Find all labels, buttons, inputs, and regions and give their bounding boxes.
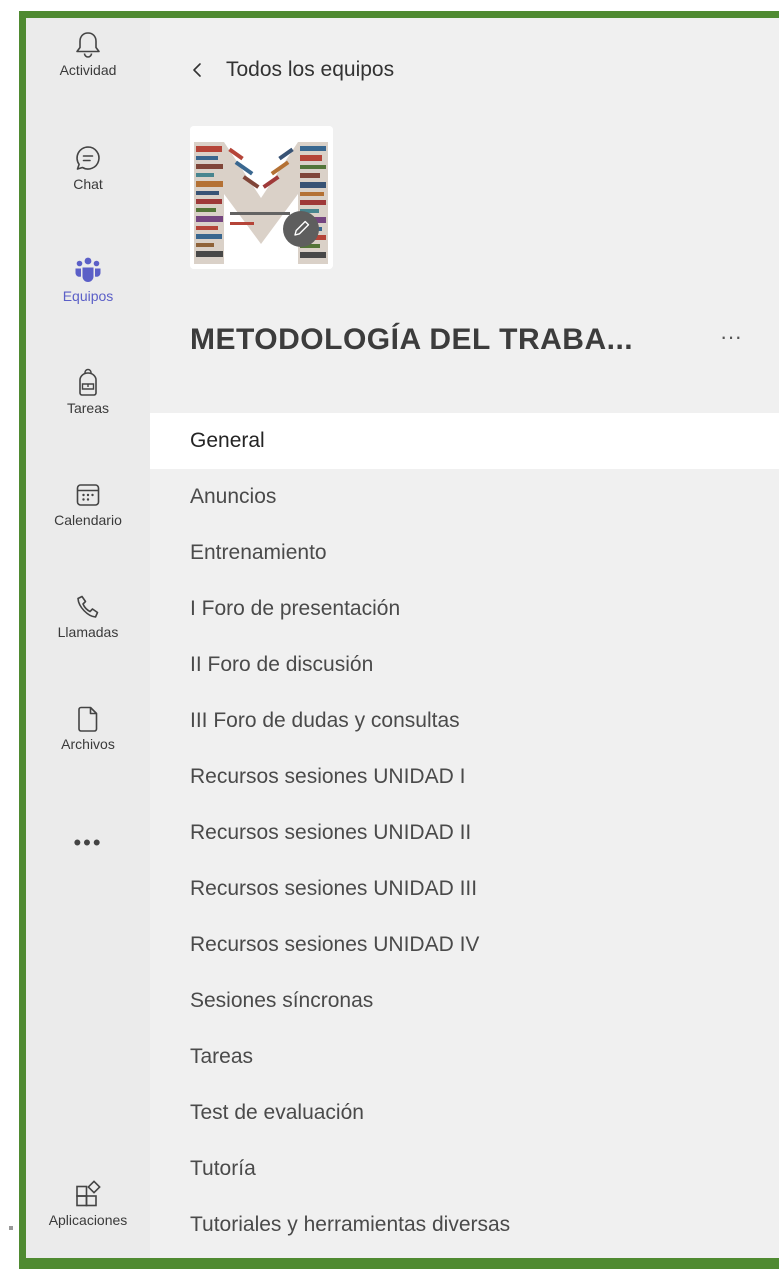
channel-item[interactable]: Recursos sesiones UNIDAD II [150, 805, 779, 861]
phone-icon [77, 595, 99, 618]
channel-item[interactable]: Tareas [150, 1029, 779, 1085]
back-to-teams-link[interactable]: Todos los equipos [190, 56, 394, 84]
rail-label: Llamadas [57, 624, 119, 640]
chevron-left-icon [193, 63, 201, 77]
channel-item[interactable]: III Foro de dudas y consultas [150, 693, 779, 749]
channel-item[interactable]: Entrenamiento [150, 525, 779, 581]
apps-icon [76, 1180, 101, 1207]
team-options-button[interactable]: ··· [720, 324, 742, 350]
channel-item[interactable]: Test de evaluación [150, 1085, 779, 1141]
rail-label: Actividad [59, 62, 117, 78]
rail-label: Calendario [54, 512, 122, 528]
app-rail: Actividad Chat Equipos Tareas Calendario… [26, 18, 150, 1258]
channel-item[interactable]: I Foro de presentación [150, 581, 779, 637]
channel-item[interactable]: Tutoría [150, 1141, 779, 1197]
rail-item-chat[interactable]: Chat [26, 144, 150, 192]
rail-label: Archivos [61, 736, 115, 752]
apps-label: Aplicaciones [48, 1212, 128, 1228]
team-picture [190, 126, 333, 269]
channel-item[interactable]: Tutoriales y herramientas diversas [150, 1197, 779, 1253]
channel-item[interactable]: II Foro de discusión [150, 637, 779, 693]
rail-label: Tareas [66, 400, 110, 416]
edit-picture-button[interactable] [283, 211, 319, 247]
rail-item-archivos[interactable]: Archivos [26, 704, 150, 752]
rail-label: Equipos [62, 288, 114, 304]
rail-item-tareas[interactable]: Tareas [26, 368, 150, 416]
edge-marker [9, 1226, 13, 1230]
rail-item-llamadas[interactable]: Llamadas [26, 592, 150, 640]
channel-item[interactable]: Recursos sesiones UNIDAD III [150, 861, 779, 917]
team-logo-image [190, 126, 333, 269]
channel-item-general[interactable]: General [150, 413, 779, 469]
teams-icon [75, 257, 101, 282]
channel-panel: Todos los equipos METODOLOGÍA DEL TRABA.… [150, 18, 779, 1258]
channel-item[interactable]: Recursos sesiones UNIDAD I [150, 749, 779, 805]
rail-item-actividad[interactable]: Actividad [26, 30, 150, 78]
bell-icon [76, 32, 100, 58]
channel-item[interactable]: Sesiones síncronas [150, 973, 779, 1029]
channel-item[interactable]: Recursos sesiones UNIDAD IV [150, 917, 779, 973]
pencil-icon [294, 220, 310, 236]
more-apps-button[interactable]: ••• [26, 830, 150, 856]
channel-list: General Anuncios Entrenamiento I Foro de… [150, 413, 779, 1253]
file-icon [78, 706, 98, 732]
channel-item[interactable]: Anuncios [150, 469, 779, 525]
backpack-icon [79, 368, 97, 396]
apps-button[interactable]: Aplicaciones [26, 1180, 150, 1228]
team-name: METODOLOGÍA DEL TRABA... [190, 323, 634, 356]
rail-label: Chat [73, 176, 103, 192]
chat-icon [76, 146, 100, 170]
rail-item-calendario[interactable]: Calendario [26, 480, 150, 528]
rail-item-equipos[interactable]: Equipos [26, 256, 150, 304]
calendar-icon [76, 484, 100, 506]
back-label: Todos los equipos [226, 58, 395, 81]
